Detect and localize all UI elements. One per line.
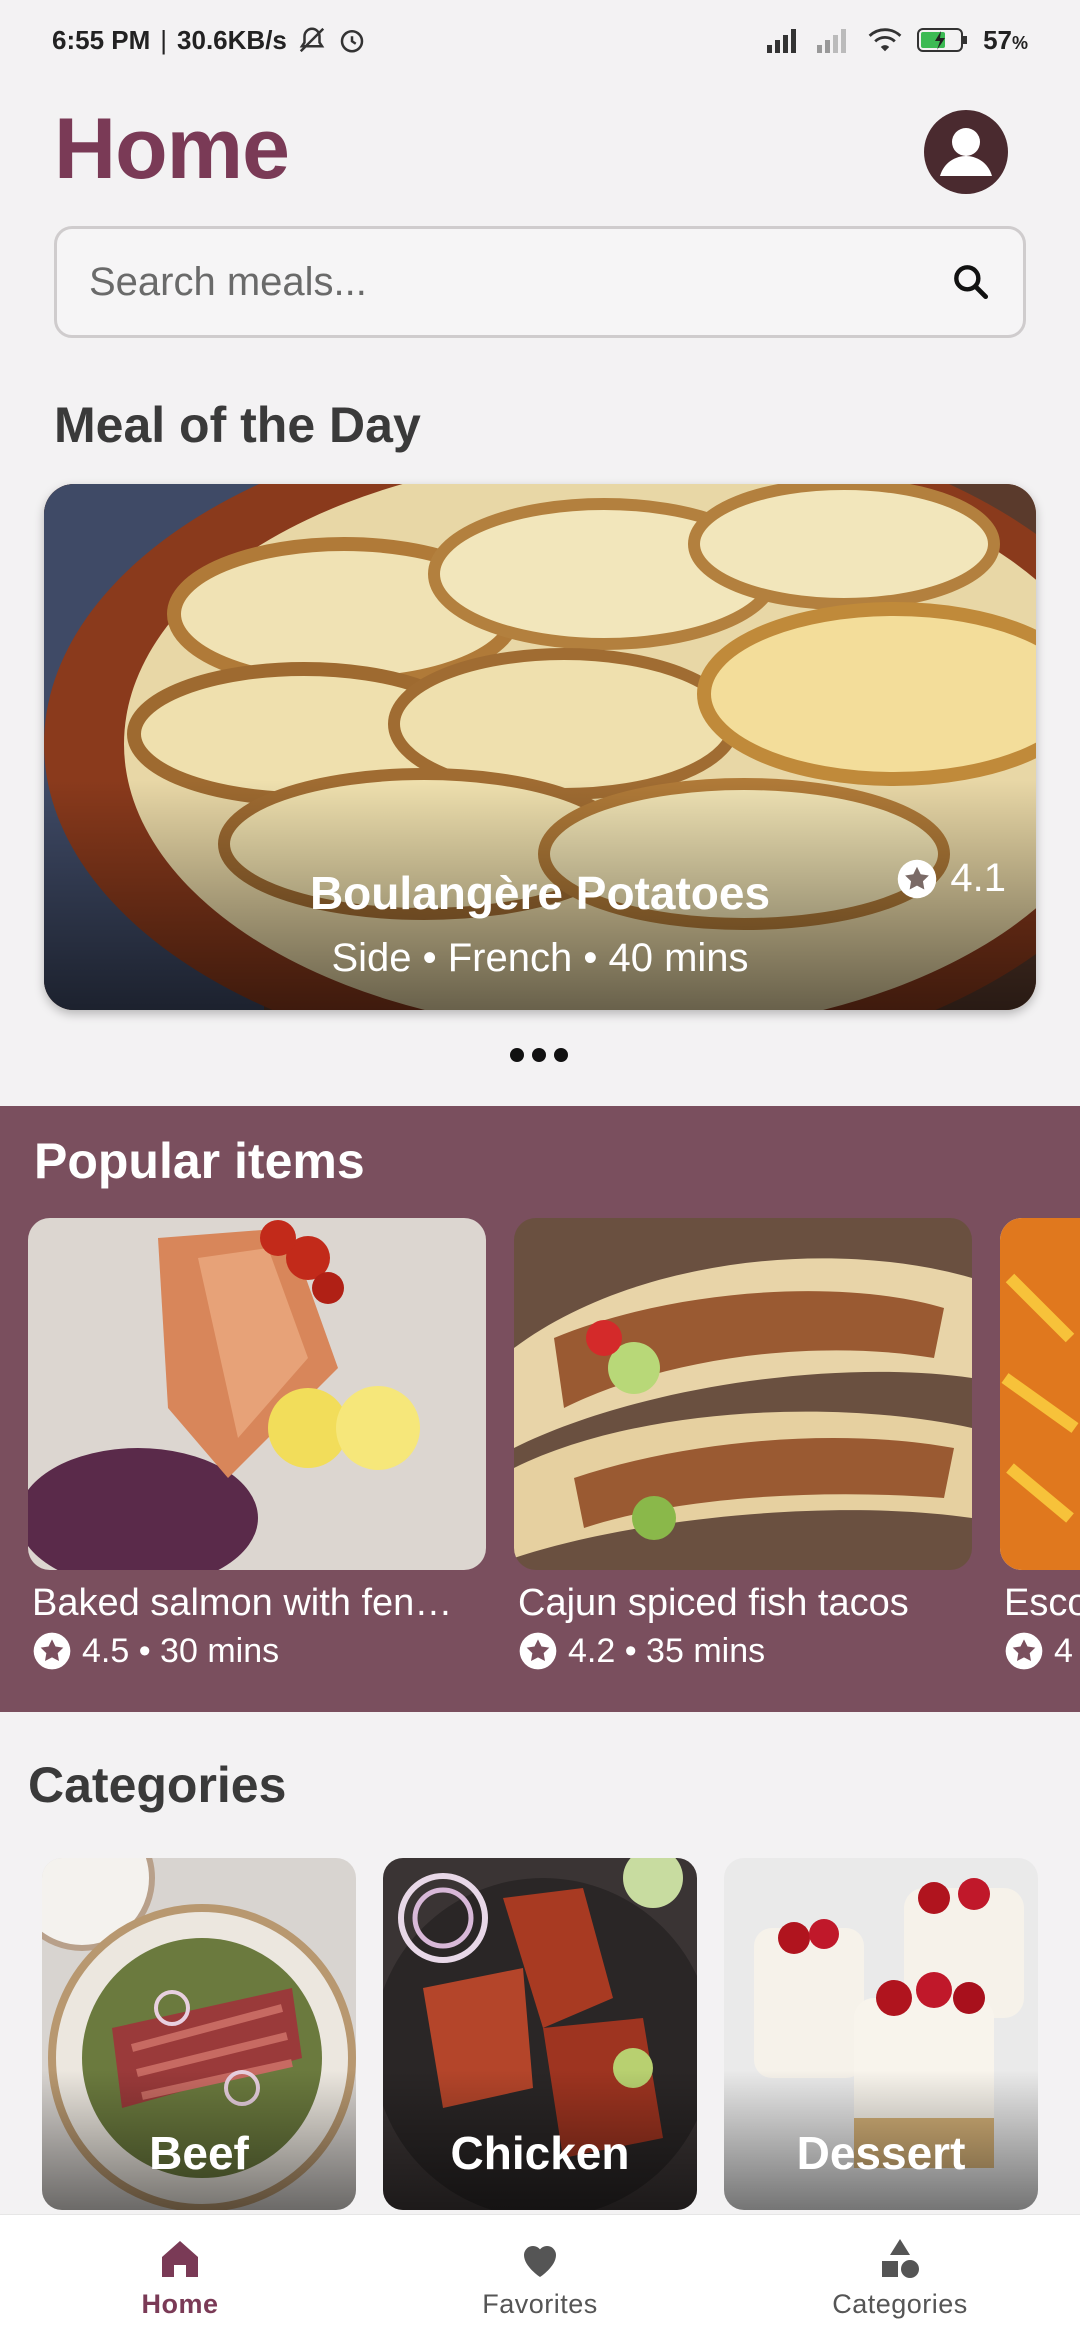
wifi-icon [868, 28, 902, 52]
nav-home[interactable]: Home [0, 2215, 360, 2340]
popular-item[interactable]: Esco 4 [1000, 1218, 1080, 1671]
carousel-dot [554, 1048, 568, 1062]
status-speed: 30.6KB/s [177, 24, 287, 55]
shapes-icon [882, 2239, 919, 2278]
popular-item-name: Esco [1004, 1582, 1080, 1624]
star-icon [519, 1632, 557, 1670]
user-icon [940, 128, 992, 176]
carousel-dot [532, 1048, 546, 1062]
meal-rating: 4.1 [896, 856, 1006, 901]
star-icon [898, 859, 937, 898]
popular-item-meta: 4.5 • 30 mins [82, 1631, 280, 1670]
battery-level: 57% [983, 24, 1028, 55]
popular-item[interactable]: Baked salmon with fen… 4.5 • 30 mins [28, 1218, 488, 1671]
meal-meta: Side • French • 40 mins [331, 936, 749, 980]
status-bar: 6:55 PM | 30.6KB/s 57% [52, 24, 1028, 55]
battery-icon [917, 28, 968, 52]
popular-item-meta: 4.2 • 35 mins [568, 1631, 766, 1670]
meal-name: Boulangère Potatoes [309, 867, 771, 919]
popular-item-photo [28, 1218, 486, 1570]
status-time: 6:55 PM [52, 24, 151, 55]
category-card-chicken[interactable]: Chicken [383, 1858, 697, 2210]
nav-categories[interactable]: Categories [720, 2215, 1080, 2340]
popular-item-meta: 4 [1054, 1631, 1073, 1670]
home-icon [162, 2241, 198, 2277]
popular-section: Popular items Baked salmon with fen… 4.5… [0, 1106, 1080, 1712]
alarm-icon [340, 30, 364, 53]
nav-label: Home [141, 2289, 219, 2319]
nav-label: Favorites [482, 2289, 598, 2319]
category-name: Chicken [450, 2127, 630, 2179]
star-icon [33, 1632, 71, 1670]
popular-item-name: Cajun spiced fish tacos [518, 1582, 909, 1624]
category-card-beef[interactable]: Beef [42, 1858, 356, 2210]
popular-title: Popular items [34, 1133, 365, 1189]
nav-label: Categories [832, 2289, 968, 2319]
page-title: Home [54, 101, 290, 197]
bottom-nav: Home Favorites Categories [0, 2214, 1080, 2340]
carousel-dot [510, 1048, 524, 1062]
star-icon [1005, 1632, 1043, 1670]
mute-bell-icon [299, 27, 325, 53]
category-card-dessert[interactable]: Dessert [724, 1858, 1038, 2210]
heart-icon [524, 2246, 556, 2277]
popular-item-photo [514, 1218, 972, 1570]
popular-item-name: Baked salmon with fen… [32, 1582, 453, 1624]
meal-of-day-card[interactable]: Boulangère Potatoes Side • French • 40 m… [44, 484, 1036, 1010]
nav-favorites[interactable]: Favorites [360, 2215, 720, 2340]
popular-item[interactable]: Cajun spiced fish tacos 4.2 • 35 mins [514, 1218, 974, 1671]
signal-weak-icon [817, 29, 847, 53]
category-name: Beef [149, 2127, 249, 2179]
meal-of-day-title: Meal of the Day [54, 397, 421, 453]
carousel-indicator [510, 1048, 568, 1062]
search-input[interactable] [89, 259, 949, 305]
search-icon[interactable] [949, 260, 993, 304]
categories-title: Categories [28, 1757, 287, 1813]
popular-item-photo [1000, 1218, 1080, 1570]
search-bar[interactable] [54, 226, 1026, 338]
category-name: Dessert [796, 2127, 966, 2179]
profile-avatar[interactable] [924, 110, 1008, 194]
signal-icon [767, 29, 797, 53]
